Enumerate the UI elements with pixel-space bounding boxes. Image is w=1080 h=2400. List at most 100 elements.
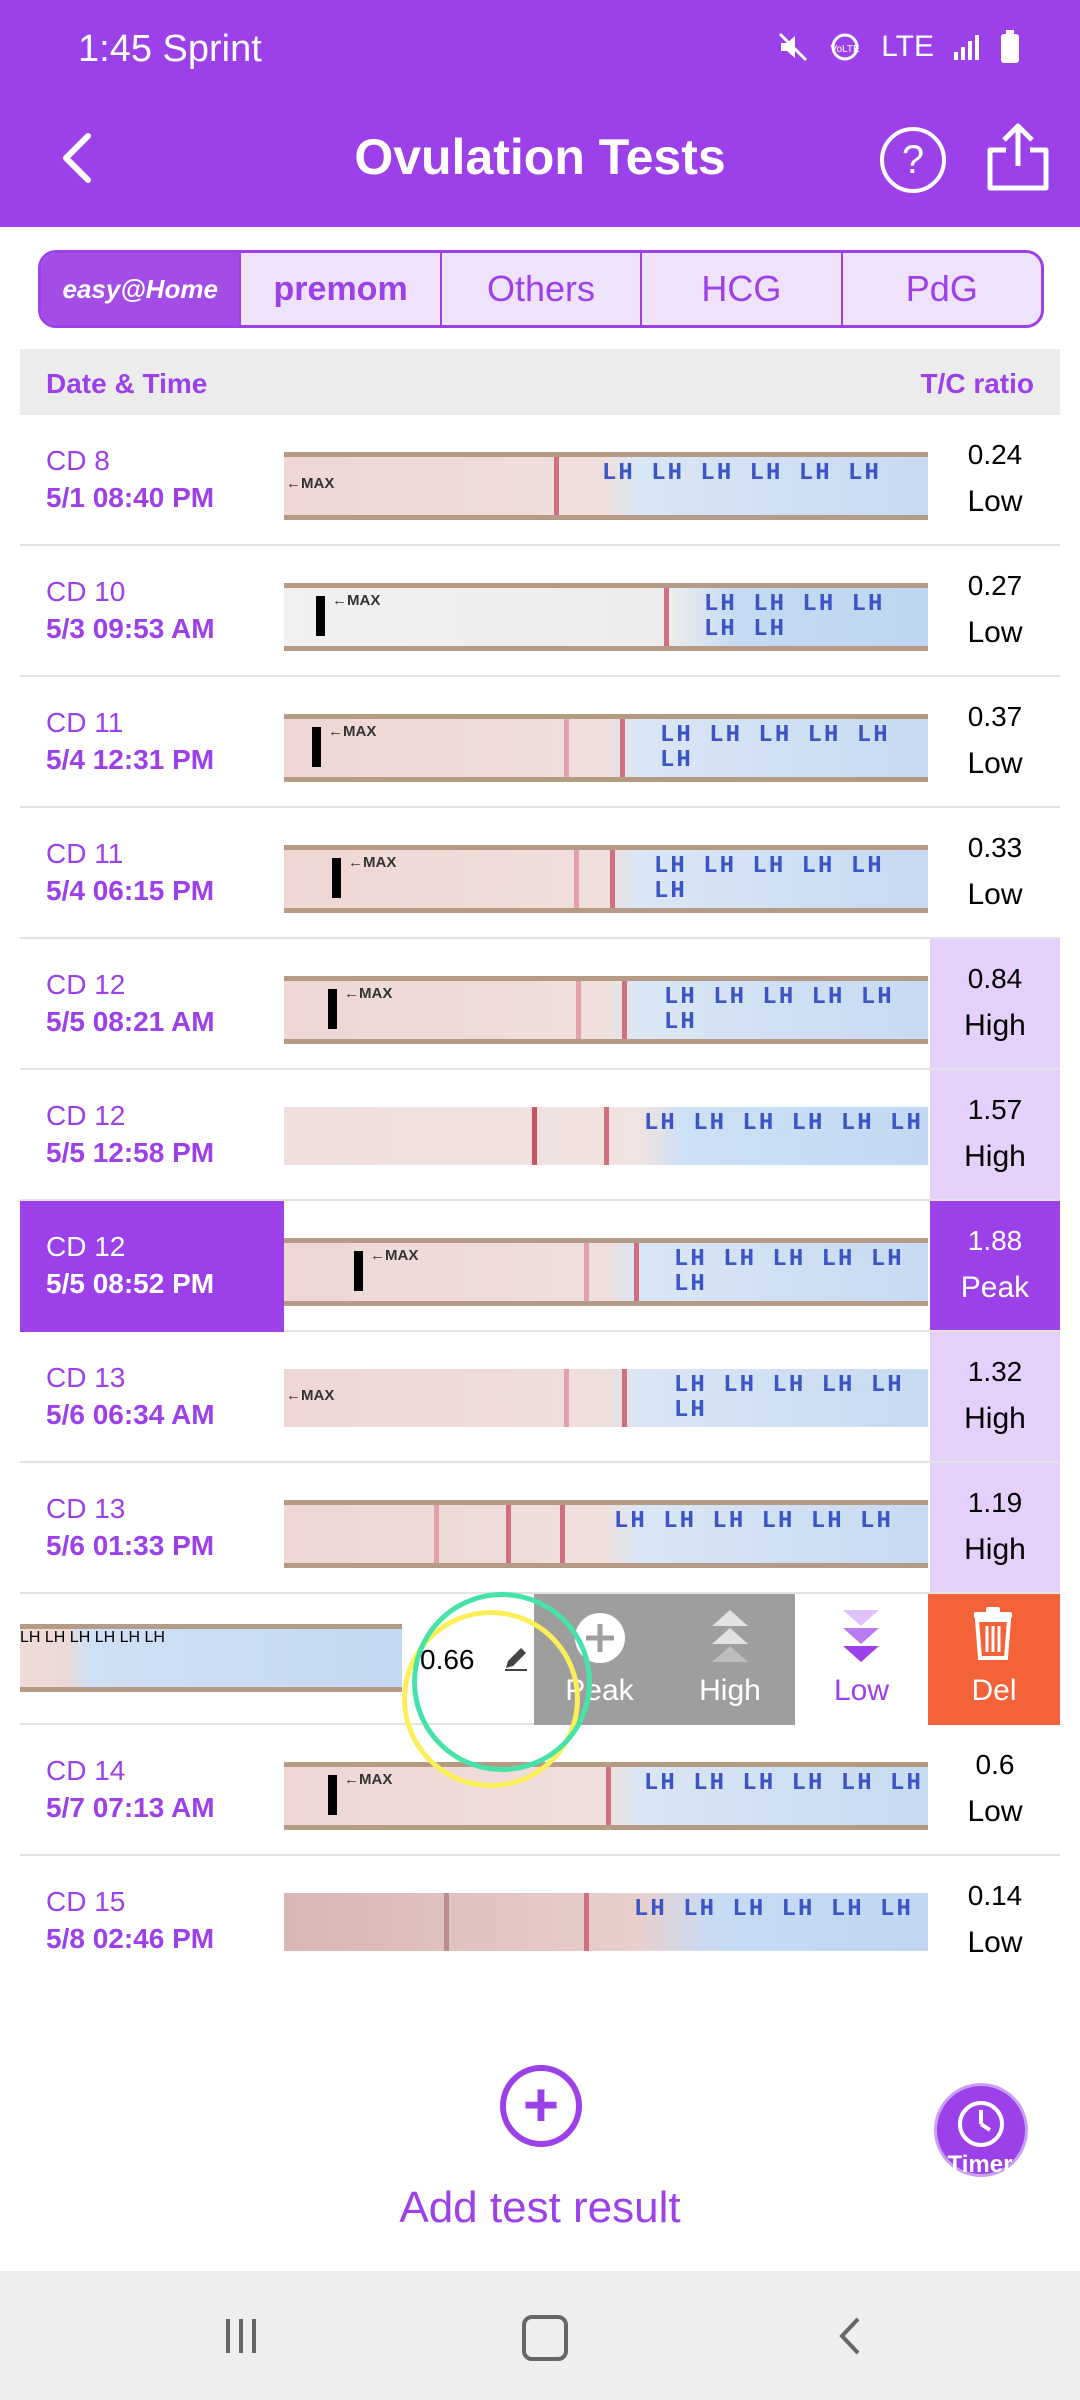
test-strip-image: ←MAX LH LH LH LH LH LH <box>284 714 928 782</box>
table-row-selected[interactable]: CD 12 5/5 08:52 PM ←MAX LH LH LH LH LH L… <box>20 1201 1060 1332</box>
tc-ratio-cell: 1.19 High <box>930 1463 1060 1592</box>
cycle-day: CD 12 <box>46 969 126 1000</box>
battery-icon <box>1001 30 1019 63</box>
home-icon[interactable] <box>522 2315 568 2361</box>
tc-ratio-value: 0.24 <box>967 439 1023 470</box>
date-time: 5/3 09:53 AM <box>46 613 215 644</box>
date-time: 5/4 06:15 PM <box>46 875 215 906</box>
tc-ratio-value: 0.84 <box>967 963 1023 994</box>
tc-ratio-category: Low <box>967 878 1023 911</box>
table-row[interactable]: CD 13 5/6 01:33 PM LH LH LH LH LH LH 1.1… <box>20 1463 1060 1594</box>
strip-lh-label: LH LH LH LH LH LH <box>602 460 881 487</box>
tc-ratio-cell: 1.57 High <box>930 1070 1060 1199</box>
table-row[interactable]: CD 12 5/5 12:58 PM LH LH LH LH LH LH 1.5… <box>20 1070 1060 1201</box>
date-time: 5/5 08:52 PM <box>46 1268 215 1299</box>
date-time: 5/1 08:40 PM <box>46 482 215 513</box>
cycle-day: CD 13 <box>46 1362 126 1393</box>
strip-lh-label: LH LH LH LH LH LH <box>634 1896 913 1923</box>
test-strip-image: LH LH LH LH LH LH <box>284 1893 928 1951</box>
test-strip-image: ←MAX LH LH LH LH LH LH <box>284 976 928 1044</box>
tc-ratio-cell: 0.24 Low <box>930 415 1060 544</box>
tab-premom[interactable]: premom <box>239 253 439 325</box>
delete-button[interactable]: Del <box>928 1594 1060 1725</box>
cycle-day: CD 11 <box>46 707 124 738</box>
tc-ratio-category: High <box>964 1140 1026 1173</box>
tc-ratio-value: 1.32 <box>967 1356 1023 1387</box>
table-row[interactable]: CD 11 5/4 06:15 PM ←MAX LH LH LH LH LH L… <box>20 808 1060 939</box>
svg-text:VoLTE: VoLTE <box>831 44 861 55</box>
strip-lh-label: LH LH LH LH LH LH <box>704 591 885 643</box>
status-time: 1:45 Sprint <box>78 28 262 70</box>
cycle-day: CD 11 <box>46 838 124 869</box>
network-label: LTE <box>881 30 934 63</box>
touch-indicator <box>412 1592 592 1772</box>
test-strip-image: ←MAX LH LH LH LH LH LH <box>284 1238 928 1306</box>
cycle-day: CD 8 <box>46 445 110 476</box>
nav-back-icon[interactable] <box>830 2315 872 2357</box>
double-down-chevron-icon <box>843 1610 879 1662</box>
brand-tabs: easy@Home premom Others HCG PdG <box>38 250 1044 328</box>
mark-high-button[interactable]: High <box>665 1594 795 1725</box>
tab-pdg[interactable]: PdG <box>840 253 1041 325</box>
date-time: 5/7 07:13 AM <box>46 1792 215 1823</box>
stopwatch-icon <box>958 2101 1004 2147</box>
date-time: 5/5 08:21 AM <box>46 1006 215 1037</box>
strip-lh-label: LH LH LH LH LH LH <box>614 1508 893 1535</box>
table-row[interactable]: CD 11 5/4 12:31 PM ←MAX LH LH LH LH LH L… <box>20 677 1060 808</box>
tc-ratio-category: High <box>964 1402 1026 1435</box>
tc-ratio-category: High <box>964 1533 1026 1566</box>
tc-ratio-category: Peak <box>960 1271 1030 1304</box>
date-time: 5/4 12:31 PM <box>46 744 215 775</box>
strip-max-label: ←MAX <box>332 592 381 609</box>
selected-date-cell <box>20 1201 284 1332</box>
test-strip-image: LH LH LH LH LH LH <box>284 1107 928 1165</box>
table-row[interactable]: CD 8 5/1 08:40 PM ←MAX LH LH LH LH LH LH… <box>20 415 1060 546</box>
cycle-day: CD 10 <box>46 576 126 607</box>
tc-ratio-category: Low <box>967 1795 1023 1828</box>
strip-max-label: ←MAX <box>286 475 335 492</box>
double-up-chevron-icon <box>712 1610 748 1662</box>
signal-icon <box>954 35 979 60</box>
tab-others[interactable]: Others <box>439 253 640 325</box>
status-icons: VoLTE LTE <box>777 30 1020 64</box>
table-header: Date & Time T/C ratio <box>20 349 1060 415</box>
tab-easy-home[interactable]: easy@Home <box>41 253 240 325</box>
test-strip-image: ←MAX LH LH LH LH LH LH <box>284 452 928 520</box>
share-icon[interactable] <box>986 122 1050 192</box>
tab-hcg[interactable]: HCG <box>640 253 840 325</box>
cycle-day: CD 14 <box>46 1755 126 1786</box>
strip-max-label: ←MAX <box>344 1771 393 1788</box>
table-row[interactable]: CD 13 5/6 06:34 AM ←MAX LH LH LH LH LH L… <box>20 1332 1060 1463</box>
tc-ratio-category: High <box>964 1009 1026 1042</box>
tc-ratio-cell: 0.37 Low <box>930 677 1060 806</box>
status-bar: 1:45 Sprint VoLTE LTE <box>0 0 1080 100</box>
add-test-result-button[interactable]: Add test result <box>0 2183 1080 2233</box>
add-test-result-icon[interactable]: + <box>500 2065 582 2147</box>
tc-ratio-value: 0.37 <box>967 701 1023 732</box>
recent-apps-icon[interactable] <box>220 2315 262 2357</box>
low-label: Low <box>833 1674 890 1707</box>
tc-ratio-value: 1.19 <box>967 1487 1023 1518</box>
cycle-day: CD 12 <box>46 1231 126 1262</box>
tc-ratio-cell: 0.33 Low <box>930 808 1060 937</box>
tc-ratio-cell: 1.88 Peak <box>930 1201 1060 1330</box>
mute-icon <box>779 32 808 62</box>
tc-ratio-value: 1.57 <box>967 1094 1023 1125</box>
strip-lh-label: LH LH LH LH LH LH <box>20 1629 165 1646</box>
mark-low-button[interactable]: Low <box>795 1594 928 1725</box>
table-row[interactable]: CD 12 5/5 08:21 AM ←MAX LH LH LH LH LH L… <box>20 939 1060 1070</box>
date-time: 5/5 12:58 PM <box>46 1137 215 1168</box>
tc-ratio-cell: 0.84 High <box>930 939 1060 1068</box>
cycle-day: CD 15 <box>46 1886 126 1917</box>
tc-ratio-value: 0.27 <box>967 570 1023 601</box>
tc-ratio-cell: 1.32 High <box>930 1332 1060 1461</box>
table-row[interactable]: CD 15 5/8 02:46 PM LH LH LH LH LH LH 0.1… <box>20 1856 1060 1987</box>
date-time: 5/8 02:46 PM <box>46 1923 215 1954</box>
strip-max-label: ←MAX <box>370 1247 419 1264</box>
tc-ratio-category: Low <box>967 485 1023 518</box>
volte-icon: VoLTE <box>831 33 861 61</box>
tc-ratio-cell: 0.14 Low <box>930 1856 1060 1985</box>
date-time: 5/6 01:33 PM <box>46 1530 215 1561</box>
help-icon[interactable]: ? <box>880 127 946 193</box>
table-row[interactable]: CD 10 5/3 09:53 AM ←MAX LH LH LH LH LH L… <box>20 546 1060 677</box>
